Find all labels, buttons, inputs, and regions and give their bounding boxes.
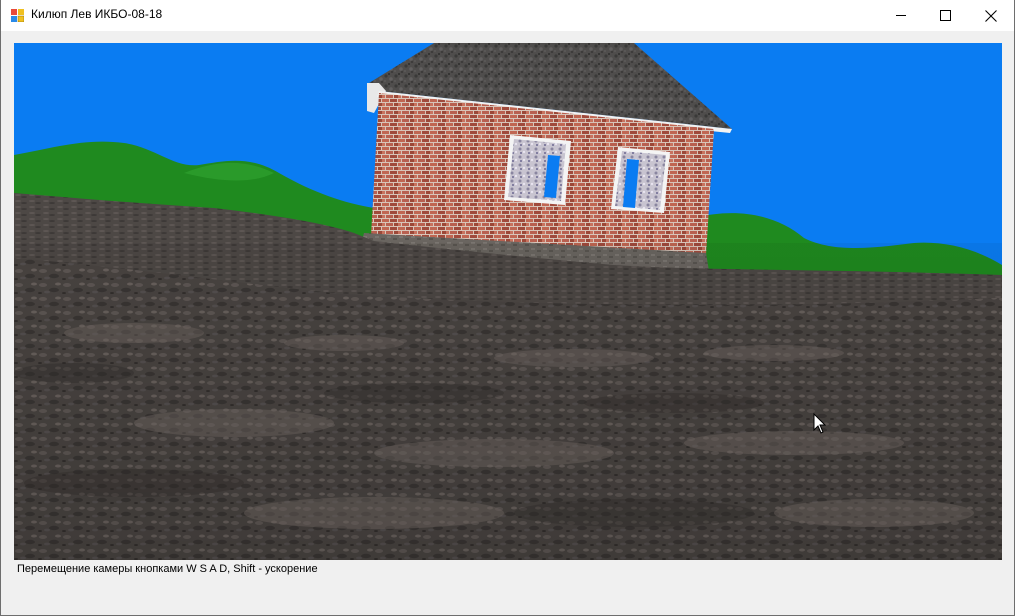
- window-title: Килюп Лев ИКБО-08-18: [31, 7, 163, 21]
- application-window: Килюп Лев ИКБО-08-18 Перемещение камеры …: [0, 0, 1015, 616]
- house-window-right: [611, 147, 670, 213]
- house-window-left: [504, 135, 571, 205]
- 3d-viewport[interactable]: [14, 43, 1002, 560]
- app-icon: [11, 9, 24, 22]
- scene-render: [14, 43, 1002, 560]
- minimize-icon: [895, 15, 906, 16]
- maximize-icon: [939, 10, 951, 21]
- title-bar[interactable]: Килюп Лев ИКБО-08-18: [1, 0, 1014, 31]
- mouse-cursor-icon: [813, 413, 827, 434]
- close-icon: [985, 9, 997, 22]
- close-button[interactable]: [968, 0, 1014, 31]
- controls-hint-label: Перемещение камеры кнопками W S A D, Shi…: [17, 563, 318, 575]
- minimize-button[interactable]: [878, 0, 924, 31]
- maximize-button[interactable]: [922, 0, 968, 31]
